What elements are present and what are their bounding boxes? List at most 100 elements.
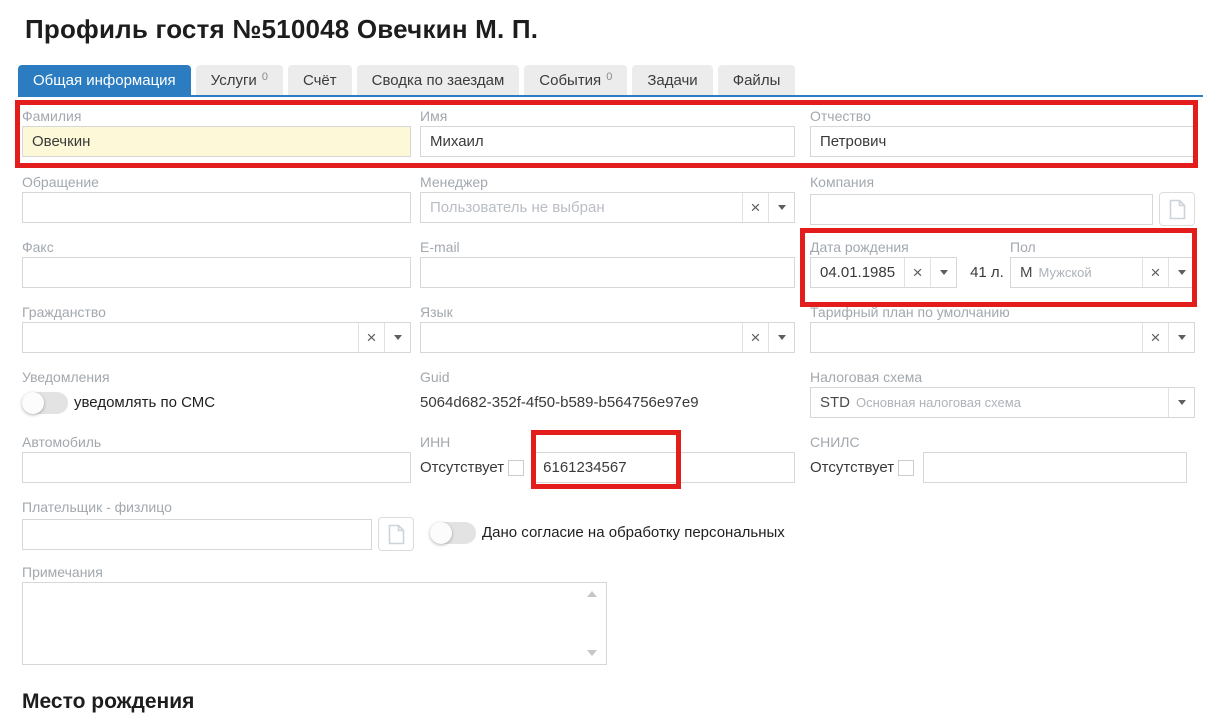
tab-events[interactable]: События 0 [524, 65, 627, 95]
citizenship-combobox[interactable]: × [22, 322, 411, 353]
citizenship-value [23, 323, 358, 352]
email-input[interactable] [420, 257, 795, 288]
citizenship-dropdown-button[interactable] [384, 323, 410, 352]
default-tariff-combobox[interactable]: × [810, 322, 1195, 353]
birth-date-label: Дата рождения [810, 238, 962, 257]
birth-date-value: 04.01.1985 [811, 258, 904, 287]
car-label: Автомобиль [22, 433, 411, 452]
snils-input[interactable] [923, 452, 1187, 483]
birth-date-clear-button[interactable]: × [904, 258, 930, 287]
manager-label: Менеджер [420, 173, 795, 192]
gender-name: Мужской [1039, 265, 1092, 280]
manager-combobox[interactable]: × [420, 192, 795, 223]
default-tariff-dropdown-button[interactable] [1168, 323, 1194, 352]
tax-scheme-dropdown-button[interactable] [1168, 388, 1194, 417]
tab-label: Счёт [303, 72, 337, 89]
manager-input[interactable] [421, 193, 742, 222]
inn-absent-label: Отсутствует [420, 459, 504, 476]
tab-count: 0 [262, 71, 268, 83]
default-tariff-value [811, 323, 1142, 352]
birth-date-picker[interactable]: 04.01.1985 × [810, 257, 957, 288]
citizenship-clear-button[interactable]: × [358, 323, 384, 352]
car-input[interactable] [22, 452, 411, 483]
page-title: Профиль гостя №510048 Овечкин М. П. [25, 14, 538, 45]
default-tariff-clear-button[interactable]: × [1142, 323, 1168, 352]
scroll-up-icon[interactable] [587, 591, 597, 597]
clear-icon: × [1151, 263, 1161, 283]
gender-clear-button[interactable]: × [1142, 258, 1168, 287]
document-icon [1169, 199, 1186, 220]
scroll-down-icon[interactable] [587, 650, 597, 656]
language-combobox[interactable]: × [420, 322, 795, 353]
notifications-label: Уведомления [22, 368, 411, 387]
birth-date-dropdown-button[interactable] [930, 258, 956, 287]
last-name-input[interactable] [22, 126, 411, 157]
chevron-down-icon [778, 335, 786, 340]
manager-clear-button[interactable]: × [742, 193, 768, 222]
tab-tasks[interactable]: Задачи [632, 65, 712, 95]
tab-label: Услуги [211, 72, 257, 89]
company-lookup-button[interactable] [1159, 192, 1195, 226]
clear-icon: × [751, 198, 761, 218]
gender-label: Пол [1010, 238, 1195, 257]
chevron-down-icon [1178, 270, 1186, 275]
tab-stays-summary[interactable]: Сводка по заездам [357, 65, 520, 95]
tab-bar: Общая информация Услуги 0 Счёт Сводка по … [18, 65, 1203, 97]
tab-count: 0 [606, 71, 612, 83]
guid-label: Guid [420, 368, 795, 387]
tax-scheme-label: Налоговая схема [810, 368, 1195, 387]
last-name-label: Фамилия [22, 107, 411, 126]
middle-name-label: Отчество [810, 107, 1195, 126]
toggle-knob [22, 392, 44, 414]
inn-label: ИНН [420, 433, 795, 452]
tab-services[interactable]: Услуги 0 [196, 65, 283, 95]
default-tariff-label: Тарифный план по умолчанию [810, 303, 1195, 322]
chevron-down-icon [394, 335, 402, 340]
chevron-down-icon [940, 270, 948, 275]
inn-absent-checkbox[interactable] [508, 460, 524, 476]
tax-scheme-code: STD [820, 394, 850, 411]
tab-label: Общая информация [33, 72, 176, 89]
snils-label: СНИЛС [810, 433, 1195, 452]
chevron-down-icon [778, 205, 786, 210]
guest-profile-page: Профиль гостя №510048 Овечкин М. П. Обща… [0, 0, 1209, 713]
payer-individual-label: Плательщик - физлицо [22, 498, 417, 517]
tab-account[interactable]: Счёт [288, 65, 352, 95]
language-dropdown-button[interactable] [768, 323, 794, 352]
tab-label: События [539, 72, 601, 89]
tab-general-info[interactable]: Общая информация [18, 65, 191, 95]
gender-dropdown-button[interactable] [1168, 258, 1194, 287]
language-value [421, 323, 742, 352]
consent-toggle-label: Дано согласие на обработку персональных [482, 524, 785, 541]
snils-absent-checkbox[interactable] [898, 460, 914, 476]
middle-name-input[interactable] [810, 126, 1195, 157]
tax-scheme-combobox[interactable]: STD Основная налоговая схема [810, 387, 1195, 418]
salutation-input[interactable] [22, 192, 411, 223]
first-name-input[interactable] [420, 126, 795, 157]
tax-scheme-name: Основная налоговая схема [856, 395, 1021, 410]
company-input[interactable] [810, 194, 1153, 225]
notes-textarea[interactable] [22, 582, 607, 665]
payer-individual-input[interactable] [22, 519, 372, 550]
guid-value: 5064d682-352f-4f50-b589-b564756e97e9 [420, 387, 795, 418]
fax-label: Факс [22, 238, 411, 257]
tab-label: Задачи [647, 72, 697, 89]
tab-files[interactable]: Файлы [718, 65, 796, 95]
email-label: E-mail [420, 238, 795, 257]
snils-absent-label: Отсутствует [810, 459, 894, 476]
tab-label: Файлы [733, 72, 781, 89]
manager-dropdown-button[interactable] [768, 193, 794, 222]
inn-input[interactable] [533, 452, 795, 483]
gender-combobox[interactable]: М Мужской × [1010, 257, 1195, 288]
consent-toggle[interactable] [430, 522, 476, 544]
toggle-knob [430, 522, 452, 544]
fax-input[interactable] [22, 257, 411, 288]
sms-notify-toggle[interactable] [22, 392, 68, 414]
company-label: Компания [810, 173, 1195, 192]
payer-lookup-button[interactable] [378, 517, 414, 551]
chevron-down-icon [1178, 335, 1186, 340]
section-title-birth-place: Место рождения [22, 690, 194, 713]
age-text: 41 л. [970, 264, 1004, 281]
language-clear-button[interactable]: × [742, 323, 768, 352]
gender-code: М [1020, 264, 1033, 281]
